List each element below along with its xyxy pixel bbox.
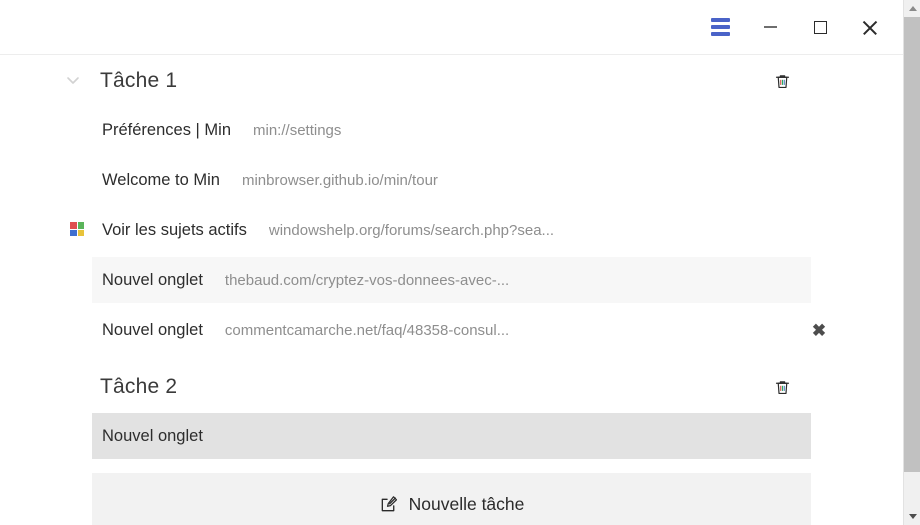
task-header-2[interactable]: Tâche 2: [0, 361, 903, 413]
tab-row[interactable]: Préférences | Min min://settings: [92, 107, 811, 153]
close-icon: [861, 18, 879, 36]
task-list-container: Tâche 1 Préférences | Min min://settings…: [0, 55, 903, 525]
tab-url: commentcamarche.net/faq/48358-consul...: [224, 321, 510, 339]
site-favicon-icon: [70, 222, 86, 238]
tab-row[interactable]: Nouvel onglet commentcamarche.net/faq/48…: [92, 307, 826, 353]
tab-title: Nouvel onglet: [102, 426, 203, 445]
task-header-1[interactable]: Tâche 1: [0, 55, 903, 107]
tab-row[interactable]: Voir les sujets actifs windowshelp.org/f…: [70, 207, 811, 253]
scroll-down-button[interactable]: [904, 508, 920, 525]
new-task-button[interactable]: Nouvelle tâche: [92, 473, 811, 525]
tab-url: thebaud.com/cryptez-vos-donnees-avec-...: [224, 271, 510, 289]
tab-row[interactable]: Welcome to Min minbrowser.github.io/min/…: [92, 157, 811, 203]
tab-title: Welcome to Min: [102, 170, 220, 189]
minimize-button[interactable]: [745, 7, 795, 47]
trash-icon: [775, 74, 789, 88]
tab-title: Nouvel onglet: [102, 270, 203, 289]
tab-title: Nouvel onglet: [102, 320, 203, 339]
close-window-button[interactable]: [845, 7, 895, 47]
close-tab-button[interactable]: ✖: [809, 320, 829, 340]
scrollbar-track[interactable]: [904, 472, 920, 508]
delete-task-button[interactable]: [771, 376, 793, 398]
tab-title: Voir les sujets actifs: [102, 220, 247, 239]
scrollbar-thumb[interactable]: [904, 17, 920, 472]
min-browser-task-overlay: Tâche 1 Préférences | Min min://settings…: [0, 0, 920, 525]
maximize-button[interactable]: [795, 7, 845, 47]
tab-url: minbrowser.github.io/min/tour: [241, 171, 438, 189]
scroll-down-arrow-icon: [908, 514, 917, 519]
vertical-scrollbar[interactable]: [903, 0, 920, 525]
scroll-up-arrow-icon: [908, 6, 917, 11]
menu-button[interactable]: [695, 7, 745, 47]
task-title: Tâche 1: [100, 69, 178, 92]
trash-icon: [775, 380, 789, 394]
tab-row[interactable]: Nouvel onglet thebaud.com/cryptez-vos-do…: [92, 257, 811, 303]
delete-task-button[interactable]: [771, 70, 793, 92]
tab-url: windowshelp.org/forums/search.php?sea...: [268, 221, 555, 239]
maximize-icon: [813, 20, 827, 34]
new-task-label: Nouvelle tâche: [408, 493, 525, 514]
edit-square-icon: [381, 495, 397, 511]
task-title: Tâche 2: [100, 375, 178, 398]
hamburger-menu-icon: [710, 18, 730, 36]
minimize-icon: [763, 26, 777, 28]
scroll-up-button[interactable]: [904, 0, 920, 17]
tab-row[interactable]: Nouvel onglet: [92, 413, 811, 459]
tab-title: Préférences | Min: [102, 120, 232, 139]
window-titlebar: [0, 0, 903, 55]
chevron-down-icon[interactable]: [66, 73, 80, 87]
tab-url: min://settings: [253, 121, 342, 139]
